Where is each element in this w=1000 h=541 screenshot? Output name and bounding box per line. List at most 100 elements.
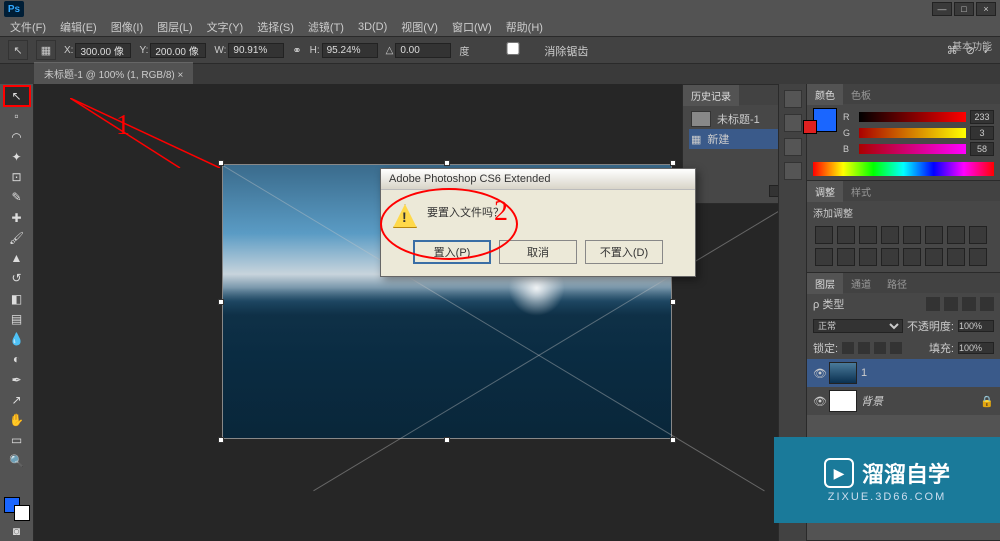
history-tab[interactable]: 历史记录 — [683, 85, 739, 106]
cancel-button[interactable]: 取消 — [499, 240, 577, 264]
adj-bw-icon[interactable] — [969, 226, 987, 244]
adj-exposure-icon[interactable] — [881, 226, 899, 244]
type-tool[interactable]: ↗ — [5, 391, 29, 409]
document-tab[interactable]: 未标题-1 @ 100% (1, RGB/8) × — [34, 62, 193, 84]
menu-view[interactable]: 视图(V) — [395, 17, 444, 37]
magic-wand-tool[interactable]: ✦ — [5, 148, 29, 166]
lock-all-icon[interactable] — [890, 342, 902, 354]
crop-tool[interactable]: ⊡ — [5, 168, 29, 186]
channels-tab[interactable]: 通道 — [843, 273, 879, 294]
layer-background[interactable]: 👁 背景 🔒 — [807, 387, 1000, 415]
menu-layer[interactable]: 图层(L) — [151, 17, 198, 37]
b-value[interactable]: 58 — [970, 142, 994, 156]
history-brush-tool[interactable]: ↺ — [5, 269, 29, 287]
adj-selective-icon[interactable] — [969, 248, 987, 266]
menu-select[interactable]: 选择(S) — [251, 17, 300, 37]
visibility-icon[interactable]: 👁 — [813, 395, 825, 408]
pen-tool[interactable]: ✒ — [5, 371, 29, 389]
menu-file[interactable]: 文件(F) — [4, 17, 52, 37]
lasso-tool[interactable]: ◠ — [5, 128, 29, 146]
workspace-switcher[interactable]: 基本功能 — [952, 38, 992, 53]
link-icon[interactable]: ⚭ — [292, 44, 301, 57]
adj-levels-icon[interactable] — [837, 226, 855, 244]
zoom-tool[interactable] — [5, 472, 29, 490]
dodge-tool[interactable]: ◐ — [5, 350, 29, 368]
filter-adj-icon[interactable] — [944, 297, 958, 311]
menu-type[interactable]: 文字(Y) — [201, 17, 250, 37]
reference-point-icon[interactable]: ▦ — [36, 40, 56, 60]
lock-trans-icon[interactable] — [842, 342, 854, 354]
adj-photo-icon[interactable] — [815, 248, 833, 266]
layers-tab[interactable]: 图层 — [807, 273, 843, 294]
history-snapshot-icon[interactable] — [769, 185, 778, 197]
layer-thumb[interactable] — [829, 362, 857, 384]
layer-thumb[interactable] — [829, 390, 857, 412]
w-input[interactable] — [228, 43, 284, 58]
color-tab[interactable]: 颜色 — [807, 84, 843, 105]
visibility-icon[interactable]: 👁 — [813, 367, 825, 380]
dont-place-button[interactable]: 不置入(D) — [585, 240, 663, 264]
filter-type-icon[interactable] — [962, 297, 976, 311]
lock-pixel-icon[interactable] — [858, 342, 870, 354]
path-tool[interactable]: ✋ — [5, 411, 29, 429]
adj-colorbalance-icon[interactable] — [947, 226, 965, 244]
brush-tool[interactable]: 🖌 — [5, 229, 29, 247]
menu-window[interactable]: 窗口(W) — [446, 17, 498, 37]
adj-vibrance-icon[interactable] — [903, 226, 921, 244]
layer-name[interactable]: 1 — [861, 367, 867, 379]
layer-name[interactable]: 背景 — [861, 393, 883, 409]
window-maximize[interactable]: □ — [954, 2, 974, 16]
history-panel[interactable]: 历史记录 未标题-1 ▦新建 — [682, 84, 778, 204]
dock-icon-1[interactable] — [784, 90, 802, 108]
stamp-tool[interactable]: ▲ — [5, 249, 29, 267]
angle-input[interactable] — [395, 43, 451, 58]
adj-curves-icon[interactable] — [859, 226, 877, 244]
canvas-area[interactable]: 1 Adobe Photoshop CS6 Extended 要置入文件吗？ 置… — [34, 84, 778, 541]
r-slider[interactable] — [859, 112, 966, 122]
filter-pixel-icon[interactable] — [926, 297, 940, 311]
opacity-input[interactable] — [958, 320, 994, 332]
window-minimize[interactable]: — — [932, 2, 952, 16]
background-swatch[interactable] — [803, 120, 817, 134]
filter-shape-icon[interactable] — [980, 297, 994, 311]
y-input[interactable] — [150, 43, 206, 58]
styles-tab[interactable]: 样式 — [843, 181, 879, 202]
paths-tab[interactable]: 路径 — [879, 273, 915, 294]
place-button[interactable]: 置入(P) — [413, 240, 491, 264]
tool-preset-icon[interactable]: ↖ — [8, 40, 28, 60]
color-spectrum[interactable] — [813, 162, 994, 176]
adjustments-tab[interactable]: 调整 — [807, 181, 843, 202]
move-tool[interactable]: ↖ — [5, 87, 29, 105]
eyedropper-tool[interactable]: ✎ — [5, 188, 29, 206]
menu-3d[interactable]: 3D(D) — [352, 19, 393, 35]
quickmask-tool[interactable]: ◙ — [5, 522, 29, 540]
gradient-tool[interactable]: ▤ — [5, 310, 29, 328]
adj-hue-icon[interactable] — [925, 226, 943, 244]
history-doc[interactable]: 未标题-1 — [689, 109, 778, 129]
marquee-tool[interactable]: ▫ — [5, 107, 29, 125]
r-value[interactable]: 233 — [970, 110, 994, 124]
eraser-tool[interactable]: ◧ — [5, 290, 29, 308]
blur-tool[interactable]: 💧 — [5, 330, 29, 348]
adj-brightness-icon[interactable] — [815, 226, 833, 244]
menu-edit[interactable]: 编辑(E) — [54, 17, 103, 37]
g-value[interactable]: 3 — [970, 126, 994, 140]
layer-1[interactable]: 👁 1 — [807, 359, 1000, 387]
h-input[interactable] — [322, 43, 378, 58]
blend-mode-select[interactable]: 正常 — [813, 319, 903, 333]
b-slider[interactable] — [859, 144, 966, 154]
adj-gradient-icon[interactable] — [947, 248, 965, 266]
menu-filter[interactable]: 滤镜(T) — [302, 17, 350, 37]
window-close[interactable]: × — [976, 2, 996, 16]
lock-pos-icon[interactable] — [874, 342, 886, 354]
adj-lookup-icon[interactable] — [859, 248, 877, 266]
adj-channel-icon[interactable] — [837, 248, 855, 266]
g-slider[interactable] — [859, 128, 966, 138]
adj-poster-icon[interactable] — [903, 248, 921, 266]
dock-icon-3[interactable] — [784, 138, 802, 156]
shape-tool[interactable]: ▭ — [5, 431, 29, 449]
hand-tool[interactable]: 🔍 — [5, 452, 29, 470]
menu-image[interactable]: 图像(I) — [105, 17, 149, 37]
history-step-new[interactable]: ▦新建 — [689, 129, 778, 149]
dock-icon-2[interactable] — [784, 114, 802, 132]
